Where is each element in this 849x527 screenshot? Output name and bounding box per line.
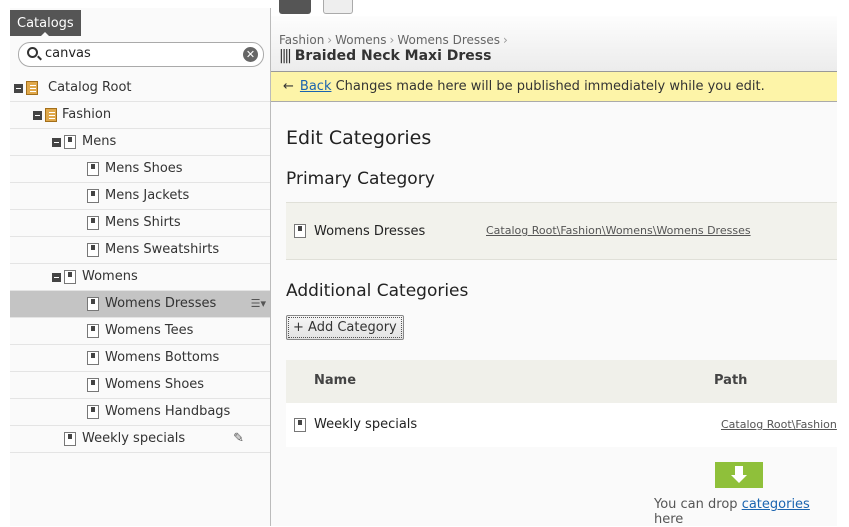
category-icon (87, 243, 99, 257)
tree-item-label: Mens Sweatshirts (105, 242, 220, 257)
column-header-name[interactable]: Name (314, 373, 356, 388)
page-title: |||| Braided Neck Maxi Dress (279, 48, 492, 64)
catalog-book-icon (26, 81, 38, 95)
toolbar-button[interactable] (279, 0, 311, 14)
catalog-sidebar: Catalogs ✕ Catalog Root Fashion Mens Mens S… (10, 8, 271, 526)
category-icon (87, 189, 99, 203)
column-header-path[interactable]: Path (714, 373, 747, 388)
publish-notice: ← Back Changes made here will be publishe… (271, 72, 837, 102)
search-box: ✕ (18, 42, 264, 67)
category-icon (87, 216, 99, 230)
categories-link[interactable]: categories (742, 497, 810, 512)
collapse-toggle-icon[interactable] (33, 111, 42, 120)
add-category-button[interactable]: + Add Category (286, 315, 404, 340)
tree-item[interactable]: Womens Handbags (10, 399, 270, 426)
tree-item-label: Mens (82, 134, 117, 149)
tree-item-label: Catalog Root (48, 80, 132, 95)
primary-category-heading: Primary Category (286, 169, 435, 189)
toolbar-button[interactable] (323, 0, 353, 14)
back-link[interactable]: Back (300, 79, 332, 94)
pencil-icon[interactable]: ✎ (233, 426, 244, 452)
breadcrumb-item[interactable]: Fashion (279, 33, 324, 47)
clear-search-icon[interactable]: ✕ (243, 47, 258, 62)
tree-item[interactable]: Fashion (10, 102, 270, 129)
breadcrumb-item[interactable]: Womens (335, 33, 386, 47)
category-icon (64, 135, 76, 149)
tree-item-label: Womens Tees (105, 323, 194, 338)
collapse-toggle-icon[interactable] (52, 273, 61, 282)
category-icon (87, 351, 99, 365)
tree-item-label: Fashion (62, 107, 112, 122)
breadcrumb-item[interactable]: Womens Dresses (397, 33, 500, 47)
search-input[interactable] (45, 46, 235, 61)
tree-item[interactable]: Mens Shoes (10, 156, 270, 183)
primary-category-path-link[interactable]: Catalog Root\Fashion\Womens\Womens Dress… (486, 224, 751, 237)
additional-categories-heading: Additional Categories (286, 281, 469, 301)
table-header: Name Path (286, 360, 837, 403)
tree-item[interactable]: Mens Sweatshirts (10, 237, 270, 264)
category-icon (87, 378, 99, 392)
drop-zone-message: You can drop categories here (654, 497, 810, 527)
table-row[interactable]: Weekly specials Catalog Root\Fashion (286, 403, 837, 447)
category-icon (87, 162, 99, 176)
category-icon (64, 432, 76, 446)
category-path-link[interactable]: Catalog Root\Fashion (721, 418, 837, 431)
tree-item[interactable]: Womens Bottoms (10, 345, 270, 372)
primary-category-name: Womens Dresses (314, 224, 426, 239)
tree-item-label: Weekly specials (82, 431, 186, 446)
tree-item[interactable]: Weekly specials ✎ (10, 426, 270, 453)
tree-item[interactable]: Womens Shoes (10, 372, 270, 399)
tree-item[interactable]: Mens (10, 129, 270, 156)
tree-item[interactable]: Womens Dresses ☰▾ (10, 291, 270, 318)
tree-item[interactable]: Womens Tees (10, 318, 270, 345)
drop-arrow-icon (715, 462, 763, 488)
plus-icon: + (293, 320, 304, 335)
tree-item-label: Womens Dresses (105, 296, 217, 311)
tree-item[interactable]: Womens (10, 264, 270, 291)
edit-categories-title: Edit Categories (286, 127, 432, 149)
primary-category-row: Womens Dresses Catalog Root\Fashion\Wome… (286, 202, 837, 260)
catalog-book-icon (45, 108, 57, 122)
tree-item-label: Womens Shoes (105, 377, 205, 392)
main-panel: Fashion › Womens › Womens Dresses › |||| Brai… (271, 0, 837, 527)
tree-item-label: Womens (82, 269, 138, 284)
search-icon (27, 47, 38, 58)
tree-item-label: Mens Shirts (105, 215, 181, 230)
category-name: Weekly specials (314, 417, 418, 432)
back-arrow-icon: ← (283, 79, 294, 94)
tree-item-label: Womens Handbags (105, 404, 231, 419)
category-icon (64, 270, 76, 284)
category-icon (294, 418, 306, 432)
barcode-icon: |||| (279, 48, 292, 64)
category-icon (87, 405, 99, 419)
tab-catalogs[interactable]: Catalogs (10, 10, 81, 36)
tree-item[interactable]: Mens Shirts (10, 210, 270, 237)
tree-item-label: Mens Shoes (105, 161, 183, 176)
breadcrumb: Fashion › Womens › Womens Dresses › (279, 33, 508, 47)
tree-item[interactable]: Mens Jackets (10, 183, 270, 210)
catalog-tree: Catalog Root Fashion Mens Mens Shoes Mens Ja… (10, 75, 270, 453)
tree-item-label: Mens Jackets (105, 188, 190, 203)
collapse-toggle-icon[interactable] (52, 138, 61, 147)
tree-item-label: Womens Bottoms (105, 350, 220, 365)
collapse-toggle-icon[interactable] (14, 84, 23, 93)
category-icon (294, 224, 306, 238)
category-icon (87, 297, 99, 311)
page-header: Fashion › Womens › Womens Dresses › |||| Brai… (271, 16, 837, 72)
tree-item[interactable]: Catalog Root (10, 75, 270, 102)
menu-icon[interactable]: ☰▾ (251, 291, 266, 317)
category-icon (87, 324, 99, 338)
toolbar (271, 0, 837, 16)
